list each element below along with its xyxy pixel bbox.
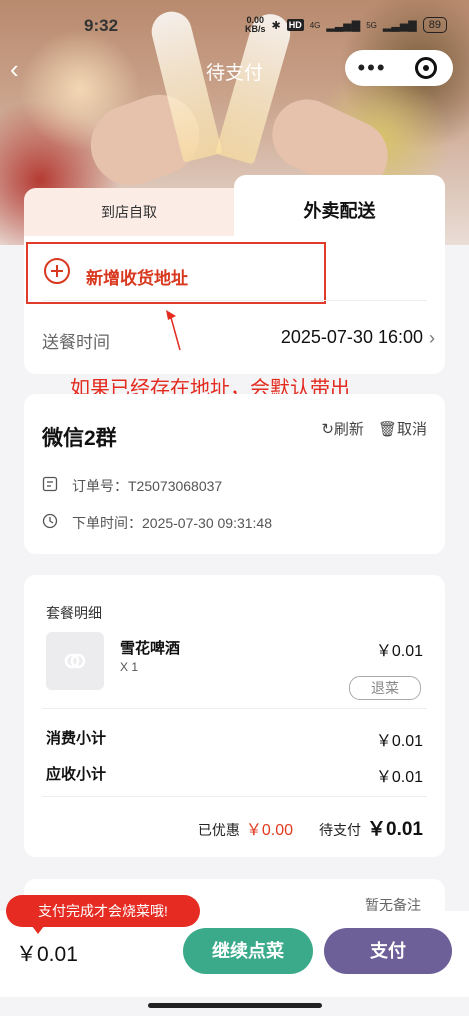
divider	[42, 796, 427, 797]
discount-label: 已优惠	[197, 822, 240, 838]
status-time: 9:32	[84, 16, 119, 35]
chevron-right-icon[interactable]: ›	[429, 328, 435, 349]
group-name: 微信2群	[42, 427, 117, 450]
divider	[42, 300, 427, 301]
order-number-row: 订单号：T25073068037	[72, 476, 222, 496]
item-quantity: X 1	[120, 660, 139, 674]
trash-icon: 🗑	[377, 421, 397, 438]
to-pay-value: ￥0.01	[367, 819, 423, 840]
refund-item-button[interactable]: 退菜	[349, 676, 421, 700]
total-amount: ￥0.01	[16, 943, 78, 966]
network-speed: 0.00 KB/s	[245, 16, 266, 34]
signal-icon-2: ▂▃▅▇	[382, 19, 417, 32]
tab-delivery[interactable]: 外卖配送	[234, 175, 445, 237]
order-time-value: 2025-07-30 09:31:48	[142, 515, 272, 531]
subtotal-value: ￥0.01	[375, 733, 423, 750]
item-price: ￥0.01	[375, 643, 423, 660]
order-actions: ↻刷新 🗑取消	[321, 418, 427, 439]
delivery-time-value[interactable]: 2025-07-30 16:00	[281, 327, 423, 348]
pay-reminder-tooltip: 支付完成才会烧菜哦!	[6, 895, 200, 934]
image-placeholder-icon	[64, 653, 86, 669]
continue-ordering-button[interactable]: 继续点菜	[183, 928, 313, 974]
package-detail-card: 套餐明细 雪花啤酒 X 1 ￥0.01 退菜 消费小计 ￥0.01 应收小计 ￥…	[24, 575, 445, 857]
subtotal-label: 消费小计	[46, 730, 107, 747]
order-time-label: 下单时间：	[72, 515, 142, 531]
close-mini-program-icon[interactable]	[399, 57, 453, 79]
cancel-button[interactable]: 🗑取消	[378, 418, 427, 439]
add-circle-icon	[44, 258, 70, 284]
status-icons: 0.00 KB/s ✱ HD 4G ▂▃▅▇ 5G ▂▃▅▇ 89	[245, 16, 447, 34]
hd-badge: HD	[286, 19, 304, 31]
refresh-button[interactable]: ↻刷新	[321, 418, 364, 439]
receivable-label: 应收小计	[46, 766, 107, 783]
network-speed-unit: KB/s	[244, 24, 266, 34]
order-number-value: T25073068037	[128, 478, 223, 494]
tab-pickup[interactable]: 到店自取	[24, 188, 234, 237]
status-bar: 9:32 0.00 KB/s ✱ HD 4G ▂▃▅▇ 5G ▂▃▅▇ 89	[0, 0, 469, 52]
network-5g: 5G	[366, 20, 377, 30]
section-title: 套餐明细	[46, 605, 102, 621]
item-image-placeholder	[46, 632, 104, 690]
nav-bar: ‹ 待支付 •••	[0, 48, 469, 92]
battery-indicator: 89	[422, 17, 447, 33]
discount-value: ￥0.00	[245, 822, 294, 839]
bluetooth-icon: ✱	[271, 19, 281, 32]
order-info-card: 微信2群 ↻刷新 🗑取消 订单号：T25073068037 下单时间：2025-…	[24, 394, 445, 554]
to-pay-label: 待支付	[319, 822, 362, 838]
add-address-button[interactable]: 新增收货地址	[26, 242, 326, 304]
receivable-value: ￥0.01	[375, 769, 423, 786]
home-indicator	[148, 1003, 322, 1008]
refresh-label: 刷新	[333, 421, 364, 438]
network-4g: 4G	[309, 20, 321, 30]
delivery-time-label: 送餐时间	[42, 333, 110, 352]
order-number-label: 订单号：	[72, 478, 128, 494]
mini-program-capsule: •••	[345, 50, 453, 86]
cancel-label: 取消	[396, 421, 427, 438]
delivery-card: 新增收货地址 送餐时间 2025-07-30 16:00 ›	[24, 236, 445, 374]
clock-icon	[42, 513, 58, 529]
order-mode-tabs: 到店自取 外卖配送	[24, 175, 445, 237]
signal-icon: ▂▃▅▇	[326, 19, 361, 32]
divider	[42, 708, 427, 709]
document-icon	[42, 476, 58, 492]
add-address-label: 新增收货地址	[86, 269, 188, 288]
item-name: 雪花啤酒	[120, 640, 181, 657]
more-icon[interactable]: •••	[345, 57, 399, 79]
pay-button[interactable]: 支付	[324, 928, 452, 974]
refresh-icon: ↻	[321, 421, 334, 438]
order-time-row: 下单时间：2025-07-30 09:31:48	[72, 513, 272, 533]
totals-row: 已优惠 ￥0.00 待支付 ￥0.01	[198, 814, 423, 841]
